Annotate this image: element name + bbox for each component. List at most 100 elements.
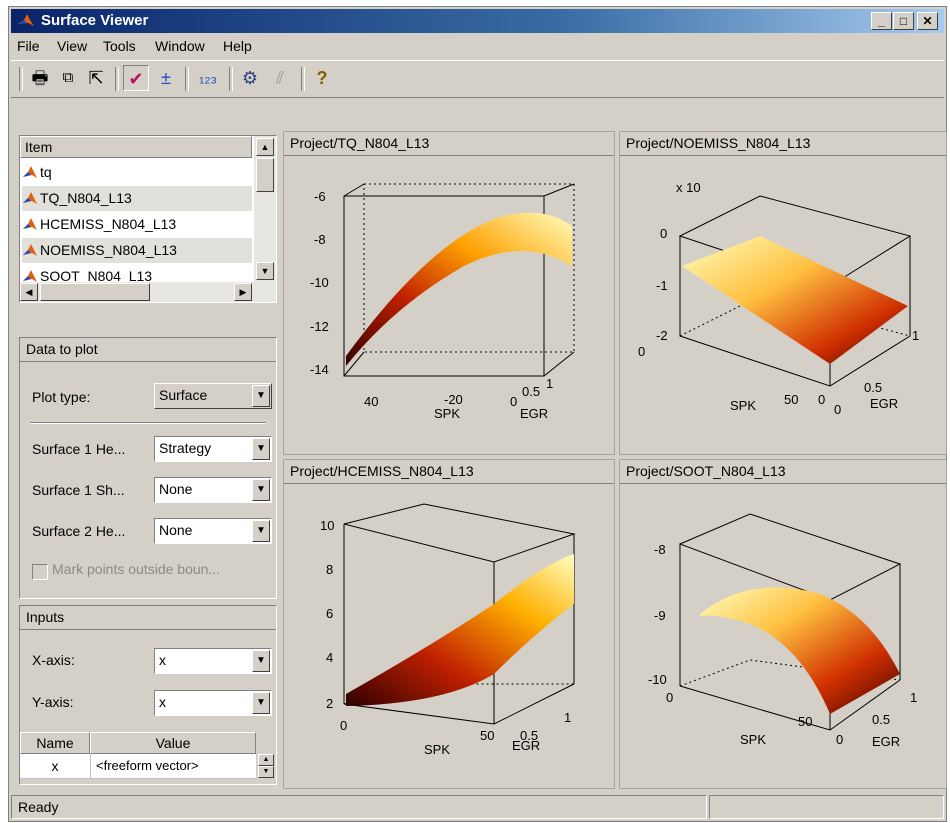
toolbar-separator xyxy=(301,67,305,91)
status-secondary xyxy=(709,795,944,819)
title-bar: Surface Viewer _ □ ✕ xyxy=(11,9,944,33)
mark-points-checkbox[interactable] xyxy=(32,564,48,580)
spin-up-button[interactable]: ▲ xyxy=(258,754,274,766)
menu-window[interactable]: Window xyxy=(155,38,205,54)
y-axis-select[interactable]: x ▼ xyxy=(154,690,272,716)
x-tick-label: 50 xyxy=(784,392,798,407)
hscroll-thumb[interactable] xyxy=(40,283,150,301)
list-horizontal-scrollbar[interactable]: ◀ ▶ xyxy=(20,282,276,302)
surface2-height-value: None xyxy=(159,522,193,538)
y-tick-label: 0 xyxy=(834,402,841,417)
input-value-cell[interactable]: <freeform vector> xyxy=(92,754,256,778)
plot-type-select[interactable]: Surface ▼ xyxy=(154,383,272,409)
z-tick-label: 2 xyxy=(326,696,333,711)
z-tick-label: 0 xyxy=(660,226,667,241)
x-tick-label: 0 xyxy=(340,718,347,733)
list-item[interactable]: tq xyxy=(22,160,252,185)
y-axis-label: EGR xyxy=(872,734,900,749)
list-item-label: tq xyxy=(40,164,52,180)
scroll-thumb[interactable] xyxy=(256,158,274,192)
surface-mesh xyxy=(346,554,574,706)
scroll-right-button[interactable]: ▶ xyxy=(234,283,252,301)
plot-title: Project/HCEMISS_N804_L13 xyxy=(284,460,614,484)
scroll-left-button[interactable]: ◀ xyxy=(20,283,38,301)
x-axis-label: SPK xyxy=(434,406,460,421)
minimize-button[interactable]: _ xyxy=(871,12,892,30)
toolbar-separator xyxy=(185,67,189,91)
x-tick-label: 0 xyxy=(638,344,645,359)
surface-plot-hcemiss[interactable]: 10 8 6 4 2 0 50 0.5 1 SPK EGR xyxy=(284,484,614,788)
status-text: Ready xyxy=(11,795,707,819)
divider xyxy=(30,422,266,424)
surface-plot-noemiss[interactable]: x 10 0 -1 -2 0 50 0 0 0.5 1 SPK EGR xyxy=(620,156,946,454)
surface2-height-select[interactable]: None ▼ xyxy=(154,518,272,544)
y-tick-label: 1 xyxy=(910,690,917,705)
scroll-up-button[interactable]: ▲ xyxy=(256,138,274,156)
chevron-down-icon: ▼ xyxy=(252,692,270,714)
spin-down-button[interactable]: ▼ xyxy=(258,766,274,778)
z-tick-label: -10 xyxy=(648,672,667,687)
model-icon xyxy=(23,166,37,179)
plot-panel-noemiss: Project/NOEMISS_N804_L13 x 10 0 -1 -2 0 … xyxy=(619,131,947,455)
menu-tools[interactable]: Tools xyxy=(103,38,136,54)
export-icon[interactable]: ⇱ xyxy=(83,65,109,91)
y-tick-label: 0.5 xyxy=(864,380,882,395)
status-bar: Ready xyxy=(11,795,944,819)
toolbar-separator xyxy=(115,67,119,91)
item-column-header[interactable]: Item xyxy=(20,136,252,158)
y-tick-label: 0 xyxy=(836,732,843,747)
menu-help[interactable]: Help xyxy=(223,38,252,54)
list-item[interactable]: TQ_N804_L13 xyxy=(22,186,252,211)
scroll-down-button[interactable]: ▼ xyxy=(256,262,274,280)
y-axis-label: EGR xyxy=(870,396,898,411)
z-tick-label: -2 xyxy=(656,328,668,343)
surface1-shade-select[interactable]: None ▼ xyxy=(154,477,272,503)
surface1-height-select[interactable]: Strategy ▼ xyxy=(154,436,272,462)
z-tick-label: 6 xyxy=(326,606,333,621)
x-axis-label: SPK xyxy=(730,398,756,413)
surface1-shade-value: None xyxy=(159,481,193,497)
surface-plot-soot[interactable]: -8 -9 -10 0 50 0 0.5 1 SPK EGR xyxy=(620,484,946,788)
chevron-down-icon: ▼ xyxy=(252,385,270,407)
plot-panel-soot: Project/SOOT_N804_L13 -8 -9 -10 0 50 0 0… xyxy=(619,459,947,789)
z-tick-label: 10 xyxy=(320,518,334,533)
x-tick-label: 50 xyxy=(798,714,812,729)
copy-icon[interactable]: ⧉ xyxy=(55,65,81,91)
surface1-height-label: Surface 1 He... xyxy=(32,441,126,457)
table-row[interactable]: x <freeform vector> xyxy=(20,754,256,779)
plot-type-label: Plot type: xyxy=(32,389,91,405)
value-column-header[interactable]: Value xyxy=(90,732,256,754)
input-name-cell: x xyxy=(20,754,91,778)
check-icon[interactable]: ✔ xyxy=(123,65,149,91)
maximize-button[interactable]: □ xyxy=(893,12,914,30)
surface-viewer-window: Surface Viewer _ □ ✕ File View Tools Win… xyxy=(8,6,947,822)
chevron-down-icon: ▼ xyxy=(252,479,270,501)
z-tick-label: -6 xyxy=(314,189,326,204)
model-icon xyxy=(23,218,37,231)
surface2-height-label: Surface 2 He... xyxy=(32,523,126,539)
list-compare-icon[interactable]: ± xyxy=(153,65,179,91)
list-item-label: NOEMISS_N804_L13 xyxy=(40,242,177,258)
close-button[interactable]: ✕ xyxy=(917,12,938,30)
list-item[interactable]: HCEMISS_N804_L13 xyxy=(22,212,252,237)
print-icon[interactable]: 🖶 xyxy=(27,65,53,91)
y-tick-label: 0.5 xyxy=(872,712,890,727)
list-item[interactable]: NOEMISS_N804_L13 xyxy=(22,238,252,263)
numbers-icon[interactable]: ₁₂₃ xyxy=(193,65,223,91)
menu-view[interactable]: View xyxy=(57,38,87,54)
surface-mesh xyxy=(700,587,900,714)
name-column-header[interactable]: Name xyxy=(20,732,90,754)
menu-file[interactable]: File xyxy=(17,38,40,54)
x-axis-label: SPK xyxy=(740,732,766,747)
value-spinner[interactable]: ▲ ▼ xyxy=(258,754,274,778)
list-vertical-scrollbar[interactable]: ▲ ▼ xyxy=(254,136,276,282)
y-axis-label: EGR xyxy=(520,406,548,421)
settings-icon[interactable]: ⚙ xyxy=(237,65,263,91)
plot-panel-hcemiss: Project/HCEMISS_N804_L13 10 8 6 4 2 0 50… xyxy=(283,459,615,789)
y-axis-value: x xyxy=(159,694,166,710)
x-axis-select[interactable]: x ▼ xyxy=(154,648,272,674)
surface-plot-tq[interactable]: -6 -8 -10 -12 -14 40 -20 0 0.5 1 SPK EGR xyxy=(284,156,614,454)
help-icon[interactable]: ? xyxy=(309,65,335,91)
x-axis-label: X-axis: xyxy=(32,652,75,668)
data-to-plot-header: Data to plot xyxy=(20,338,276,362)
